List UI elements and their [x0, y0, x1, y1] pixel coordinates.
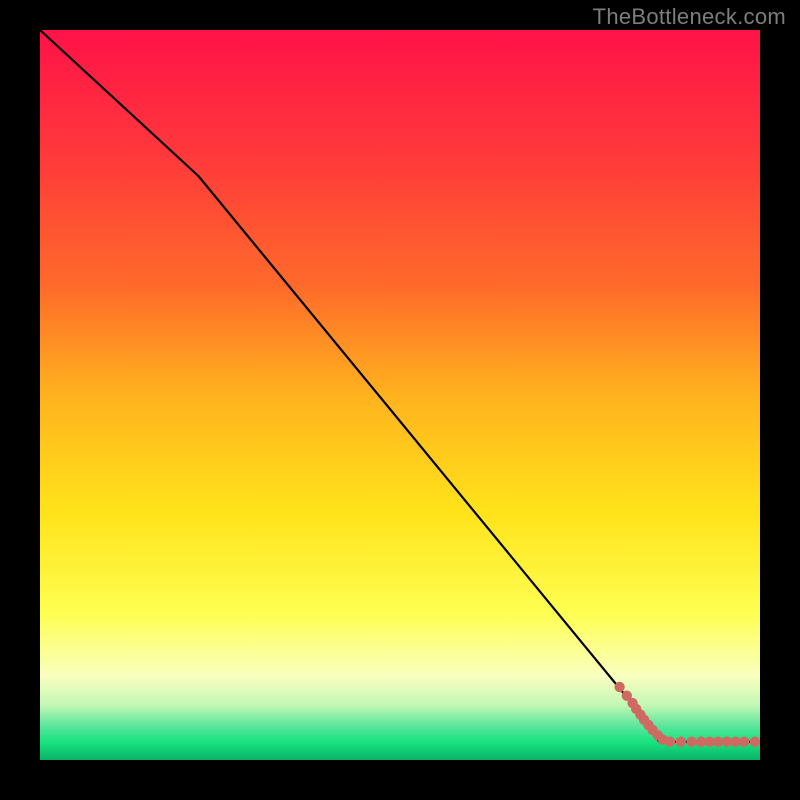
sample-point: [686, 737, 696, 747]
sample-point: [739, 737, 749, 747]
chart-svg: [40, 30, 760, 760]
sample-point: [750, 737, 760, 747]
sample-point: [665, 737, 675, 747]
sample-point: [676, 737, 686, 747]
bottleneck-chart: [40, 30, 760, 760]
sample-point: [614, 682, 624, 692]
attribution-label: TheBottleneck.com: [593, 4, 786, 30]
chart-background: [40, 30, 760, 760]
